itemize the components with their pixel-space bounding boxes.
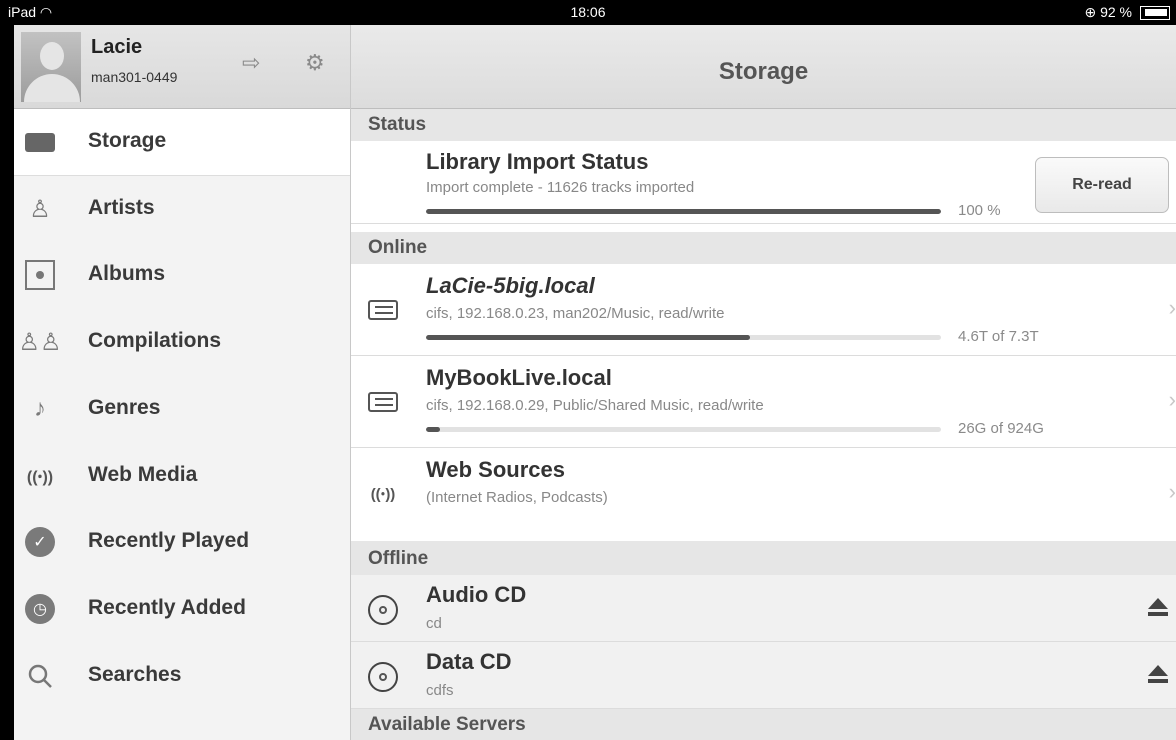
app-screen: Lacie man301-0449 ⇨ ⚙ Storage ♙ Artists … (14, 25, 1176, 740)
eject-icon[interactable] (1148, 598, 1168, 618)
album-icon (24, 259, 56, 291)
section-label: Offline (368, 548, 429, 569)
battery-label: ⊕ 92 % (1084, 4, 1132, 21)
sidebar-item-label: Recently Played (88, 529, 250, 552)
usage-fill (426, 427, 441, 432)
antenna-icon: ((ꞏ)) (370, 486, 396, 503)
cd-icon (365, 659, 401, 695)
storage-row-lacie[interactable]: LaCie-5big.local cifs, 192.168.0.23, man… (351, 264, 1176, 356)
section-header-status: Status (351, 109, 1176, 141)
library-import-row: Library Import Status Import complete - … (351, 141, 1176, 224)
section-header-offline: Offline (351, 541, 1176, 575)
eject-icon[interactable] (1148, 665, 1168, 685)
storage-subtitle: (Internet Radios, Podcasts) (426, 489, 608, 506)
avatar-body (24, 74, 80, 102)
cd-icon (365, 592, 401, 628)
chevron-right-icon: › (1168, 479, 1176, 504)
section-label: Available Servers (368, 714, 526, 735)
storage-row-mybooklive[interactable]: MyBookLive.local cifs, 192.168.0.29, Pub… (351, 356, 1176, 448)
offline-subtitle: cdfs (426, 682, 454, 699)
offline-title: Data CD (426, 649, 512, 674)
storage-title: LaCie-5big.local (426, 273, 595, 298)
antenna-icon: ((ꞏ)) (26, 469, 54, 486)
sidebar: Lacie man301-0449 ⇨ ⚙ Storage ♙ Artists … (14, 25, 351, 740)
progress-fill (426, 209, 941, 214)
sidebar-item-label: Searches (88, 663, 182, 686)
device-frame: iPad ◠ 18:06 ⊕ 92 % Lacie man301-0449 ⇨ … (0, 0, 1176, 740)
storage-title: MyBookLive.local (426, 365, 612, 390)
sidebar-item-label: Genres (88, 396, 161, 419)
sidebar-item-label: Recently Added (88, 596, 246, 619)
storage-row-web-sources[interactable]: ((ꞏ)) Web Sources (Internet Radios, Podc… (351, 448, 1176, 541)
battery-icon (1140, 6, 1170, 20)
sidebar-item-label: Compilations (88, 329, 222, 352)
sidebar-item-searches[interactable]: Searches (14, 643, 350, 710)
section-header-online: Online (351, 232, 1176, 264)
offline-row-data-cd[interactable]: Data CD cdfs (351, 642, 1176, 709)
sidebar-item-artists[interactable]: ♙ Artists (14, 176, 350, 243)
user-header: Lacie man301-0449 ⇨ ⚙ (14, 25, 350, 109)
library-subtitle: Import complete - 11626 tracks imported (426, 179, 695, 196)
logout-icon[interactable]: ⇨ (242, 50, 260, 76)
guitar-icon: ♪ (34, 395, 46, 422)
offline-subtitle: cd (426, 615, 442, 632)
storage-icon (24, 126, 56, 158)
sidebar-item-recently-added[interactable]: ◷ Recently Added (14, 576, 350, 643)
sidebar-item-label: Artists (88, 196, 155, 219)
storage-subtitle: cifs, 192.168.0.29, Public/Shared Music,… (426, 397, 764, 414)
section-header-servers: Available Servers (351, 709, 1176, 740)
storage-usage-bar (426, 335, 941, 340)
clock-icon: ◷ (24, 593, 56, 625)
clock: 18:06 (570, 4, 606, 20)
chevron-right-icon: › (1168, 387, 1176, 412)
status-bar: iPad ◠ 18:06 ⊕ 92 % (0, 0, 1176, 25)
user-id: man301-0449 (91, 69, 178, 85)
usage-fill (426, 335, 751, 340)
sidebar-item-label: Storage (88, 129, 167, 152)
storage-subtitle: cifs, 192.168.0.23, man202/Music, read/w… (426, 305, 725, 322)
section-label: Online (368, 237, 428, 258)
sidebar-item-compilations[interactable]: ♙♙ Compilations (14, 309, 350, 376)
clock-check-icon: ✓ (24, 526, 56, 558)
storage-title: Web Sources (426, 457, 565, 482)
storage-usage-bar (426, 427, 941, 432)
hard-drive-icon (365, 292, 401, 328)
user-name: Lacie (91, 36, 143, 58)
library-title: Library Import Status (426, 149, 649, 174)
gear-icon[interactable]: ⚙ (305, 50, 325, 76)
avatar-head (40, 42, 64, 70)
storage-usage: 4.6T of 7.3T (958, 328, 1039, 345)
offline-title: Audio CD (426, 582, 527, 607)
storage-usage: 26G of 924G (958, 420, 1044, 437)
artist-icon: ♙ (29, 195, 51, 223)
reread-button[interactable]: Re-read (1035, 157, 1169, 213)
sidebar-item-storage[interactable]: Storage (14, 109, 350, 176)
section-label: Status (368, 114, 427, 135)
sidebar-item-label: Albums (88, 262, 166, 285)
library-progress-bar (426, 209, 941, 214)
offline-row-audio-cd[interactable]: Audio CD cd (351, 575, 1176, 642)
sidebar-item-recently-played[interactable]: ✓ Recently Played (14, 509, 350, 576)
sidebar-item-albums[interactable]: Albums (14, 242, 350, 309)
navigation-bar: Storage (351, 25, 1176, 109)
compilations-icon: ♙♙ (18, 328, 62, 356)
rotation-lock-icon: ⊕ (1084, 4, 1097, 20)
battery-percent: 92 % (1100, 4, 1132, 20)
avatar[interactable] (21, 32, 81, 102)
sidebar-item-genres[interactable]: ♪ Genres (14, 376, 350, 443)
chevron-right-icon: › (1168, 295, 1176, 320)
library-percent: 100 % (958, 202, 1001, 219)
page-title: Storage (718, 58, 809, 85)
sidebar-item-label: Web Media (88, 463, 198, 486)
sidebar-item-web-media[interactable]: ((ꞏ)) Web Media (14, 443, 350, 510)
hard-drive-icon (365, 384, 401, 420)
main-panel: Storage Status Library Import Status Imp… (351, 25, 1176, 740)
search-icon (24, 660, 56, 692)
